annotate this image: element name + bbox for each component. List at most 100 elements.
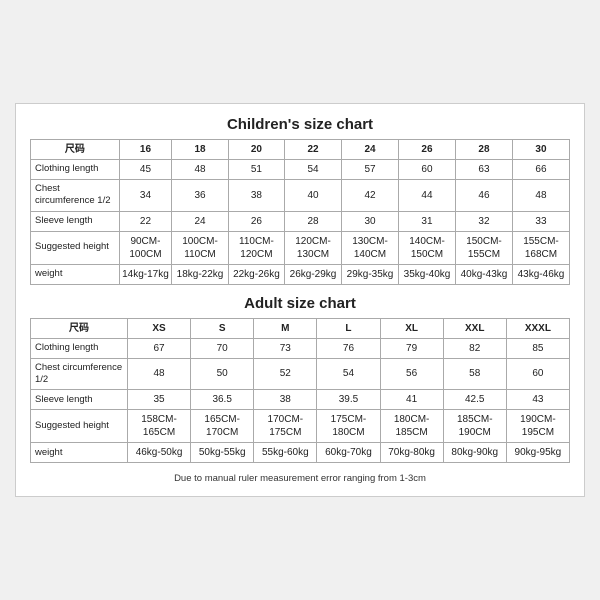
cell-value: 36: [172, 179, 229, 211]
column-header: XXL: [443, 318, 506, 338]
column-header: 16: [119, 139, 172, 159]
cell-value: 26kg-29kg: [285, 264, 342, 284]
column-header: XL: [380, 318, 443, 338]
cell-value: 45: [119, 159, 172, 179]
cell-value: 39.5: [317, 390, 380, 410]
table-row: Clothing length67707376798285: [31, 338, 570, 358]
cell-value: 60: [399, 159, 456, 179]
cell-value: 28: [285, 211, 342, 231]
cell-value: 22kg-26kg: [228, 264, 284, 284]
cell-value: 82: [443, 338, 506, 358]
size-chart-container: Children's size chart 尺码1618202224262830…: [15, 103, 585, 497]
cell-value: 46kg-50kg: [127, 443, 190, 463]
row-label: Clothing length: [31, 159, 120, 179]
cell-value: 46: [455, 179, 512, 211]
cell-value: 40: [285, 179, 342, 211]
cell-value: 50: [191, 358, 254, 390]
cell-value: 175CM-180CM: [317, 410, 380, 443]
column-header: S: [191, 318, 254, 338]
cell-value: 90CM-100CM: [119, 231, 172, 264]
cell-value: 140CM-150CM: [399, 231, 456, 264]
children-size-table: 尺码1618202224262830 Clothing length454851…: [30, 139, 570, 285]
row-label: Chest circumference 1/2: [31, 358, 128, 390]
row-label: weight: [31, 264, 120, 284]
cell-value: 58: [443, 358, 506, 390]
cell-value: 35kg-40kg: [399, 264, 456, 284]
cell-value: 52: [254, 358, 317, 390]
cell-value: 42.5: [443, 390, 506, 410]
row-label: weight: [31, 443, 128, 463]
table-row: Suggested height158CM-165CM165CM-170CM17…: [31, 410, 570, 443]
row-label: Suggested height: [31, 410, 128, 443]
cell-value: 22: [119, 211, 172, 231]
cell-value: 30: [342, 211, 399, 231]
row-label: Chest circumference 1/2: [31, 179, 120, 211]
cell-value: 26: [228, 211, 284, 231]
column-header: L: [317, 318, 380, 338]
cell-value: 85: [506, 338, 569, 358]
measurement-note: Due to manual ruler measurement error ra…: [30, 473, 570, 484]
row-label: Suggested height: [31, 231, 120, 264]
column-header: XXXL: [506, 318, 569, 338]
cell-value: 33: [512, 211, 569, 231]
cell-value: 34: [119, 179, 172, 211]
table-row: weight46kg-50kg50kg-55kg55kg-60kg60kg-70…: [31, 443, 570, 463]
cell-value: 55kg-60kg: [254, 443, 317, 463]
table-row: Sleeve length3536.53839.54142.543: [31, 390, 570, 410]
column-header: 22: [285, 139, 342, 159]
children-chart-title: Children's size chart: [30, 116, 570, 133]
column-header: XS: [127, 318, 190, 338]
cell-value: 90kg-95kg: [506, 443, 569, 463]
cell-value: 40kg-43kg: [455, 264, 512, 284]
cell-value: 56: [380, 358, 443, 390]
column-header: 18: [172, 139, 229, 159]
row-label: Sleeve length: [31, 390, 128, 410]
cell-value: 32: [455, 211, 512, 231]
column-header: 24: [342, 139, 399, 159]
cell-value: 67: [127, 338, 190, 358]
adult-size-table: 尺码XSSMLXLXXLXXXL Clothing length67707376…: [30, 318, 570, 464]
cell-value: 29kg-35kg: [342, 264, 399, 284]
cell-value: 60: [506, 358, 569, 390]
cell-value: 120CM-130CM: [285, 231, 342, 264]
cell-value: 44: [399, 179, 456, 211]
column-header: 28: [455, 139, 512, 159]
column-header: 尺码: [31, 318, 128, 338]
table-row: Chest circumference 1/23436384042444648: [31, 179, 570, 211]
adult-chart-title: Adult size chart: [30, 295, 570, 312]
cell-value: 80kg-90kg: [443, 443, 506, 463]
cell-value: 180CM-185CM: [380, 410, 443, 443]
column-header: 26: [399, 139, 456, 159]
column-header: 20: [228, 139, 284, 159]
cell-value: 70kg-80kg: [380, 443, 443, 463]
cell-value: 42: [342, 179, 399, 211]
cell-value: 14kg-17kg: [119, 264, 172, 284]
cell-value: 48: [127, 358, 190, 390]
cell-value: 43kg-46kg: [512, 264, 569, 284]
cell-value: 36.5: [191, 390, 254, 410]
cell-value: 79: [380, 338, 443, 358]
cell-value: 38: [254, 390, 317, 410]
table-row: Sleeve length2224262830313233: [31, 211, 570, 231]
cell-value: 48: [512, 179, 569, 211]
cell-value: 54: [285, 159, 342, 179]
cell-value: 170CM-175CM: [254, 410, 317, 443]
cell-value: 31: [399, 211, 456, 231]
cell-value: 158CM-165CM: [127, 410, 190, 443]
cell-value: 100CM-110CM: [172, 231, 229, 264]
cell-value: 70: [191, 338, 254, 358]
table-row: Suggested height90CM-100CM100CM-110CM110…: [31, 231, 570, 264]
cell-value: 165CM-170CM: [191, 410, 254, 443]
cell-value: 41: [380, 390, 443, 410]
cell-value: 38: [228, 179, 284, 211]
column-header: 尺码: [31, 139, 120, 159]
table-row: Clothing length4548515457606366: [31, 159, 570, 179]
column-header: M: [254, 318, 317, 338]
cell-value: 24: [172, 211, 229, 231]
cell-value: 110CM-120CM: [228, 231, 284, 264]
cell-value: 48: [172, 159, 229, 179]
cell-value: 60kg-70kg: [317, 443, 380, 463]
cell-value: 50kg-55kg: [191, 443, 254, 463]
cell-value: 43: [506, 390, 569, 410]
cell-value: 57: [342, 159, 399, 179]
